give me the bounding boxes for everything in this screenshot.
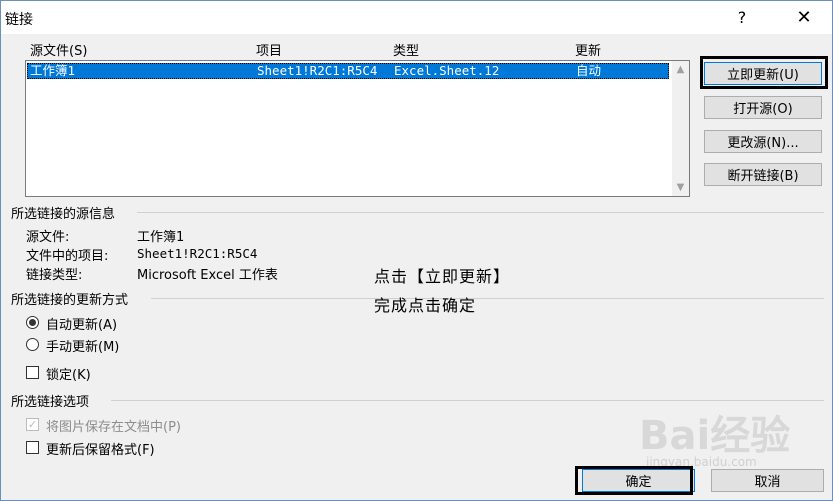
link-type-value: Microsoft Excel 工作表 — [137, 268, 278, 283]
column-header-item[interactable]: 项目 — [256, 40, 282, 59]
close-button[interactable]: ✕ — [781, 1, 827, 34]
title-bar: 链接 ? ✕ — [1, 1, 832, 34]
scroll-up-icon[interactable]: ▲ — [672, 61, 689, 78]
highlight-box-ok — [575, 466, 693, 495]
source-info-heading: 所选链接的源信息 — [11, 207, 116, 222]
links-list[interactable]: 工作簿1 Sheet1!R2C1:R5C4 Excel.Sheet.12 自动 … — [25, 60, 690, 197]
list-item[interactable]: 工作簿1 Sheet1!R2C1:R5C4 Excel.Sheet.12 自动 — [27, 63, 669, 79]
link-update-cell: 自动 — [576, 63, 602, 78]
divider — [137, 212, 824, 213]
options-heading: 所选链接选项 — [11, 395, 90, 410]
auto-update-label[interactable]: 自动更新(A) — [46, 314, 117, 333]
item-value: Sheet1!R2C1:R5C4 — [137, 246, 258, 261]
manual-update-radio[interactable] — [26, 338, 39, 351]
highlight-box-update — [700, 56, 828, 89]
divider — [111, 400, 824, 401]
source-file-value: 工作簿1 — [137, 230, 185, 245]
break-link-button[interactable]: 断开链接(B) — [704, 163, 822, 186]
column-header-update[interactable]: 更新 — [575, 40, 601, 59]
manual-update-label[interactable]: 手动更新(M) — [46, 336, 119, 355]
help-button[interactable]: ? — [719, 1, 765, 34]
source-file-label: 源文件: — [26, 230, 70, 245]
lock-label[interactable]: 锁定(K) — [46, 364, 91, 383]
keep-format-label[interactable]: 更新后保留格式(F) — [46, 439, 155, 458]
save-picture-checkbox: ✓ — [26, 418, 39, 431]
column-header-type[interactable]: 类型 — [393, 40, 419, 59]
open-source-button[interactable]: 打开源(O) — [704, 96, 822, 119]
annotation-line-1: 点击【立即更新】 — [374, 267, 511, 286]
vertical-scrollbar[interactable]: ▲ ▼ — [672, 61, 689, 196]
link-type-cell: Excel.Sheet.12 — [394, 63, 500, 78]
item-label: 文件中的项目: — [26, 249, 109, 264]
lock-checkbox[interactable] — [26, 366, 39, 379]
cancel-button[interactable]: 取消 — [711, 469, 824, 492]
column-header-source[interactable]: 源文件(S) — [30, 40, 87, 59]
annotation-line-2: 完成点击确定 — [374, 296, 477, 315]
link-source-cell: 工作簿1 — [30, 63, 76, 78]
save-picture-label: 将图片保存在文档中(P) — [46, 420, 181, 435]
scroll-down-icon[interactable]: ▼ — [672, 179, 689, 196]
dialog-title: 链接 — [5, 12, 33, 28]
auto-update-radio[interactable] — [26, 316, 39, 329]
links-dialog: 链接 ? ✕ 源文件(S) 项目 类型 更新 工作簿1 Sheet1!R2C1:… — [0, 0, 833, 501]
divider — [151, 298, 824, 299]
change-source-button[interactable]: 更改源(N)... — [704, 130, 822, 153]
update-method-heading: 所选链接的更新方式 — [11, 293, 129, 308]
link-item-cell: Sheet1!R2C1:R5C4 — [257, 63, 378, 78]
keep-format-checkbox[interactable] — [26, 441, 39, 454]
link-type-label: 链接类型: — [26, 268, 83, 283]
watermark-logo: Bai经验 — [639, 413, 791, 459]
